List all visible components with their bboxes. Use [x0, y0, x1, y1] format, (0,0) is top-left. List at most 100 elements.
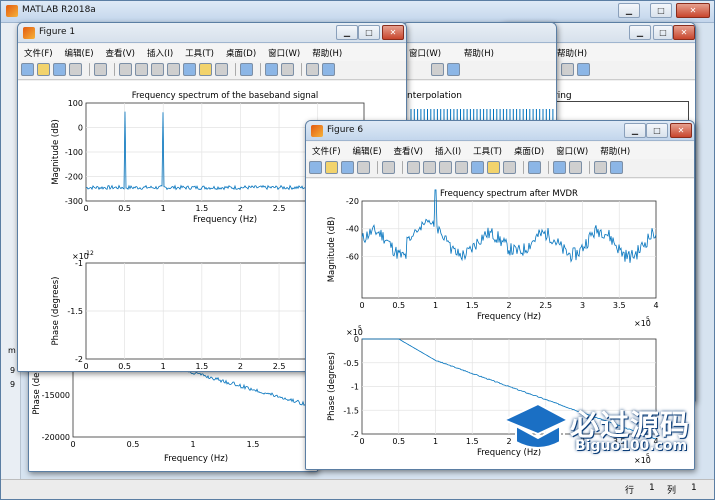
maximize-button[interactable]: □ — [358, 25, 380, 40]
toolbar-icon[interactable] — [215, 63, 228, 76]
x-tick-label: 0.5 — [118, 362, 131, 371]
menu-item[interactable]: 查看(V) — [100, 44, 141, 59]
y-tick-label: -2 — [75, 355, 83, 364]
toolbar-icon[interactable] — [240, 63, 253, 76]
watermark-en: Biguo100.com — [575, 438, 688, 454]
toolbar-icon[interactable] — [69, 63, 82, 76]
toolbar-icon[interactable] — [439, 161, 452, 174]
toolbar-icon[interactable] — [577, 63, 590, 76]
close-button[interactable]: ✕ — [676, 3, 710, 18]
minimize-button[interactable]: ▁ — [624, 123, 646, 138]
y-axis-label: Magnitude (dB) — [51, 119, 61, 185]
x-axis-label: Frequency (Hz) — [164, 454, 228, 464]
figure-icon — [23, 27, 35, 39]
toolbar-icon[interactable] — [151, 63, 164, 76]
toolbar-icon[interactable] — [447, 63, 460, 76]
toolbar-separator — [235, 63, 236, 76]
toolbar-icon[interactable] — [167, 63, 180, 76]
x-tick-label: 0.5 — [127, 440, 140, 449]
x-tick-label: 0 — [83, 362, 88, 371]
axes-title: Frequency spectrum after MVDR — [440, 189, 578, 199]
maximize-button[interactable]: □ — [646, 123, 668, 138]
minimize-button[interactable]: ▁ — [629, 25, 651, 40]
menu-item-help[interactable]: 帮助(H) — [458, 44, 500, 59]
close-button[interactable]: ✕ — [382, 25, 404, 40]
maximize-button[interactable]: □ — [650, 3, 672, 18]
toolbar-icon[interactable] — [119, 63, 132, 76]
toolbar-icon[interactable] — [610, 161, 623, 174]
toolbar-icon[interactable] — [471, 161, 484, 174]
figure-6-toolbar — [306, 159, 694, 178]
y-tick-label: -15000 — [42, 391, 70, 400]
menu-item[interactable]: 帮助(H) — [594, 142, 636, 157]
close-button[interactable]: ✕ — [673, 25, 695, 40]
toolbar-icon[interactable] — [455, 161, 468, 174]
x-tick-label: 1.5 — [247, 440, 260, 449]
menu-item[interactable]: 桌面(D) — [220, 44, 262, 59]
x-tick-label: 0.5 — [392, 301, 405, 310]
close-button[interactable]: ✕ — [670, 123, 692, 138]
toolbar-icon[interactable] — [265, 63, 278, 76]
maximize-button[interactable]: □ — [653, 25, 673, 40]
toolbar-icon[interactable] — [281, 63, 294, 76]
toolbar-icon[interactable] — [357, 161, 370, 174]
figure-1-title: Figure 1 — [39, 27, 76, 37]
workspace-mark: 9 — [10, 380, 16, 389]
menu-item-help[interactable]: 帮助(H) — [551, 44, 593, 59]
toolbar-icon[interactable] — [431, 63, 444, 76]
x-axis-label: Frequency (Hz) — [477, 312, 541, 322]
toolbar-icon[interactable] — [341, 161, 354, 174]
y-tick-label: -60 — [346, 252, 359, 261]
matlab-status-bar: 行 1 列 1 — [1, 479, 714, 499]
toolbar-icon[interactable] — [322, 63, 335, 76]
x-tick-label: 1.5 — [466, 437, 479, 446]
menu-item[interactable]: 窗口(W) — [550, 142, 594, 157]
menu-item[interactable]: 查看(V) — [388, 142, 429, 157]
menu-item-window[interactable]: 窗口(W) — [403, 44, 447, 59]
toolbar-icon[interactable] — [594, 161, 607, 174]
toolbar-icon[interactable] — [561, 63, 574, 76]
toolbar-icon[interactable] — [37, 63, 50, 76]
toolbar-icon[interactable] — [325, 161, 338, 174]
toolbar-icon[interactable] — [569, 161, 582, 174]
y-tick-label: -300 — [65, 197, 83, 206]
menu-item[interactable]: 桌面(D) — [508, 142, 550, 157]
minimize-button[interactable]: ▁ — [618, 3, 640, 18]
y-tick-label: -200 — [65, 173, 83, 182]
toolbar-icon[interactable] — [382, 161, 395, 174]
minimize-button[interactable]: ▁ — [336, 25, 358, 40]
menu-item[interactable]: 窗口(W) — [262, 44, 306, 59]
toolbar-icon[interactable] — [553, 161, 566, 174]
menu-item[interactable]: 工具(T) — [467, 142, 508, 157]
toolbar-icon[interactable] — [503, 161, 516, 174]
menu-item[interactable]: 文件(F) — [306, 142, 347, 157]
menu-item[interactable]: 插入(I) — [141, 44, 179, 59]
menu-item[interactable]: 编辑(E) — [347, 142, 388, 157]
menu-item[interactable]: 工具(T) — [179, 44, 220, 59]
toolbar-icon[interactable] — [528, 161, 541, 174]
toolbar-icon[interactable] — [53, 63, 66, 76]
toolbar-icon[interactable] — [94, 63, 107, 76]
menu-item[interactable]: 文件(F) — [18, 44, 59, 59]
toolbar-icon[interactable] — [407, 161, 420, 174]
status-col-value: 1 — [691, 483, 697, 493]
menu-item[interactable]: 帮助(H) — [306, 44, 348, 59]
toolbar-icon[interactable] — [183, 63, 196, 76]
toolbar-icon[interactable] — [135, 63, 148, 76]
y-axis-label: Phase (degrees) — [51, 277, 61, 346]
toolbar-separator — [89, 63, 90, 76]
toolbar-icon[interactable] — [306, 63, 319, 76]
menu-item[interactable]: 插入(I) — [429, 142, 467, 157]
y-tick-label: -0.5 — [343, 359, 359, 368]
toolbar-icon[interactable] — [309, 161, 322, 174]
toolbar-icon[interactable] — [199, 63, 212, 76]
figure-toolbar — [403, 61, 556, 80]
toolbar-icon[interactable] — [487, 161, 500, 174]
figure-1-toolbar — [18, 61, 406, 80]
toolbar-icon[interactable] — [423, 161, 436, 174]
watermark: 必过源码 Biguo100.com — [500, 398, 705, 460]
x-tick-label: 1.5 — [195, 362, 208, 371]
menu-item[interactable]: 编辑(E) — [59, 44, 100, 59]
toolbar-icon[interactable] — [21, 63, 34, 76]
y-tick-label: -20 — [346, 197, 359, 206]
